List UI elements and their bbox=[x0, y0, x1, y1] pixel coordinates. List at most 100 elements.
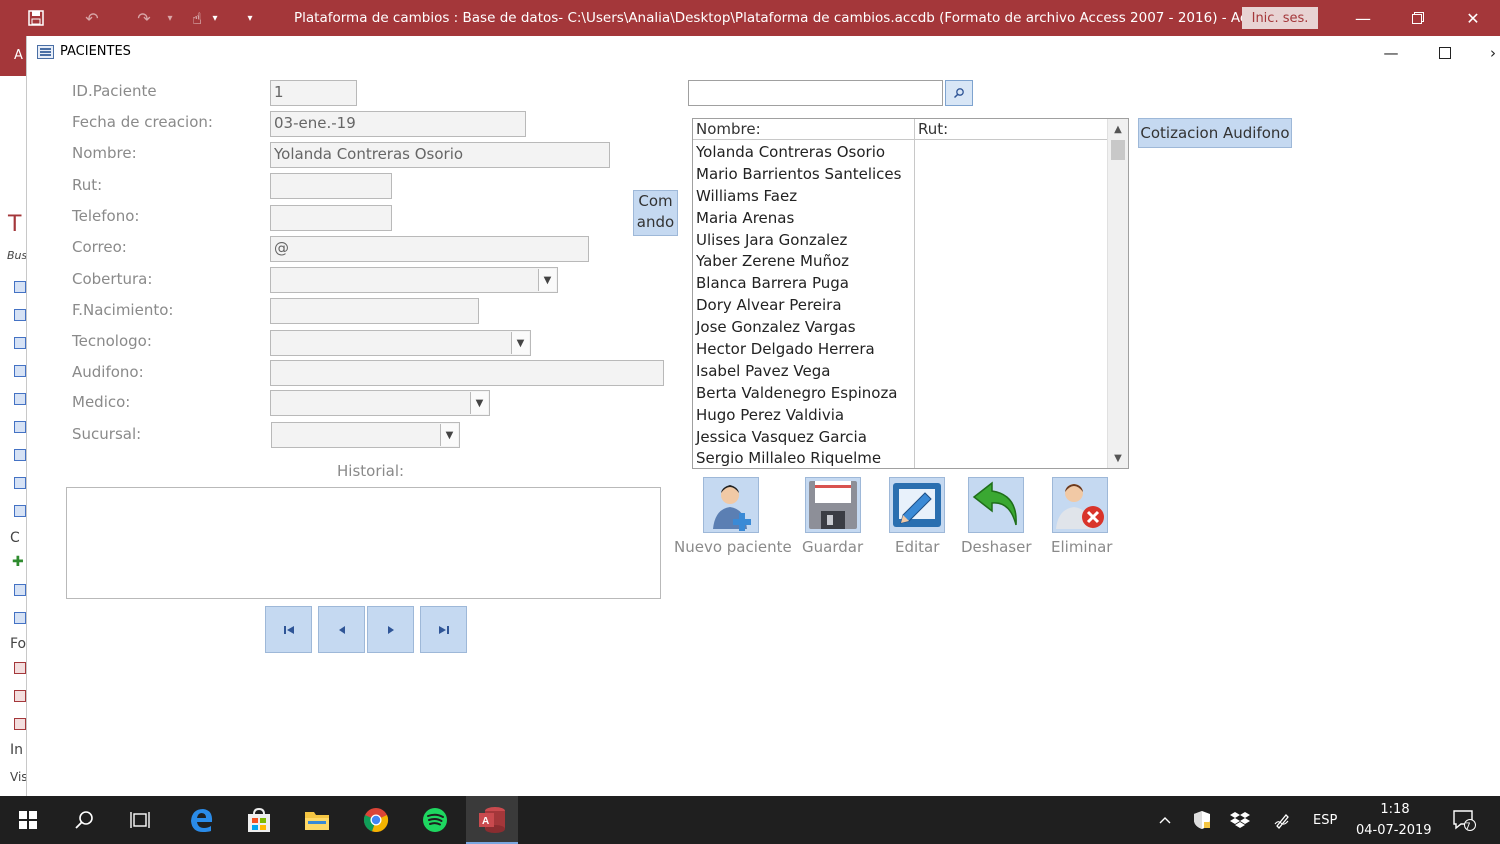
next-record-button[interactable] bbox=[367, 606, 414, 653]
restore-icon[interactable] bbox=[1395, 0, 1441, 36]
telefono-field[interactable] bbox=[270, 205, 392, 231]
search-icon[interactable] bbox=[62, 796, 106, 844]
notification-center-icon[interactable]: 7 bbox=[1444, 796, 1484, 844]
chrome-icon[interactable] bbox=[354, 796, 398, 844]
task-view-icon[interactable] bbox=[118, 796, 162, 844]
customize-toolbar-icon[interactable]: ▾ bbox=[240, 0, 260, 36]
save-icon[interactable] bbox=[22, 0, 50, 36]
form-minimize-icon[interactable]: — bbox=[1376, 40, 1406, 66]
last-record-button[interactable] bbox=[420, 606, 467, 653]
table-icon[interactable] bbox=[14, 365, 26, 377]
chevron-down-icon[interactable]: ▼ bbox=[538, 269, 556, 291]
touch-dropdown-icon[interactable]: ▾ bbox=[208, 0, 222, 36]
audifono-field[interactable] bbox=[270, 360, 664, 386]
list-item[interactable]: Mario Barrientos Santelices bbox=[696, 163, 911, 185]
form-icon[interactable] bbox=[14, 718, 26, 730]
save-button[interactable] bbox=[805, 477, 861, 533]
id-paciente-field[interactable]: 1 bbox=[270, 80, 357, 106]
nav-group-queries[interactable]: C bbox=[10, 530, 20, 546]
new-patient-button[interactable] bbox=[703, 477, 759, 533]
undo-button[interactable] bbox=[968, 477, 1024, 533]
first-record-button[interactable] bbox=[265, 606, 312, 653]
f-nacimiento-field[interactable] bbox=[270, 298, 479, 324]
form-close-icon[interactable]: › bbox=[1485, 40, 1500, 66]
table-icon[interactable] bbox=[14, 449, 26, 461]
access-app-icon[interactable]: A bbox=[466, 796, 518, 844]
defender-shield-icon[interactable] bbox=[1189, 796, 1215, 844]
store-icon[interactable] bbox=[237, 796, 281, 844]
list-item[interactable]: Blanca Barrera Puga bbox=[696, 272, 911, 294]
cotizacion-audifono-button[interactable]: Cotizacion Audifono bbox=[1138, 118, 1292, 148]
form-maximize-icon[interactable] bbox=[1430, 40, 1460, 66]
fecha-creacion-field[interactable]: 03-ene.-19 bbox=[270, 111, 526, 137]
list-item[interactable]: Hector Delgado Herrera bbox=[696, 338, 911, 360]
list-item[interactable]: Jose Gonzalez Vargas bbox=[696, 316, 911, 338]
table-icon[interactable] bbox=[14, 505, 26, 517]
search-input[interactable] bbox=[688, 80, 943, 106]
redo-dropdown-icon[interactable]: ▾ bbox=[160, 0, 180, 36]
table-icon[interactable] bbox=[14, 309, 26, 321]
chevron-down-icon[interactable]: ▼ bbox=[440, 424, 458, 446]
list-item[interactable]: Isabel Pavez Vega bbox=[696, 360, 911, 382]
list-item[interactable]: Berta Valdenegro Espinoza bbox=[696, 382, 911, 404]
pen-ink-icon[interactable] bbox=[1270, 796, 1296, 844]
nombre-field[interactable]: Yolanda Contreras Osorio bbox=[270, 142, 610, 168]
list-item[interactable]: Williams Faez bbox=[696, 185, 911, 207]
list-item[interactable]: Sergio Millaleo Riquelme bbox=[696, 447, 911, 468]
list-item[interactable]: Jessica Vasquez Garcia bbox=[696, 426, 911, 448]
redo-icon[interactable]: ↷ bbox=[130, 0, 158, 36]
table-icon[interactable] bbox=[14, 337, 26, 349]
add-icon[interactable]: ✚ bbox=[12, 554, 24, 570]
scroll-thumb[interactable] bbox=[1111, 140, 1125, 160]
edit-button[interactable] bbox=[889, 477, 945, 533]
medico-combo[interactable]: ▼ bbox=[270, 390, 490, 416]
input-language-indicator[interactable]: ESP bbox=[1313, 813, 1337, 828]
list-item[interactable]: Hugo Perez Valdivia bbox=[696, 404, 911, 426]
search-button[interactable] bbox=[945, 80, 973, 106]
list-item[interactable]: Maria Arenas bbox=[696, 207, 911, 229]
query-icon[interactable] bbox=[14, 612, 26, 624]
form-icon[interactable] bbox=[14, 690, 26, 702]
sucursal-combo[interactable]: ▼ bbox=[271, 422, 460, 448]
list-item[interactable]: Yolanda Contreras Osorio bbox=[696, 141, 911, 163]
list-item[interactable]: Ulises Jara Gonzalez bbox=[696, 229, 911, 251]
table-icon[interactable] bbox=[14, 281, 26, 293]
list-item[interactable]: Dory Alvear Pereira bbox=[696, 294, 911, 316]
table-icon[interactable] bbox=[14, 477, 26, 489]
previous-record-button[interactable] bbox=[318, 606, 365, 653]
clock-time[interactable]: 1:18 bbox=[1370, 802, 1420, 817]
chevron-down-icon[interactable]: ▼ bbox=[470, 392, 488, 414]
rut-field[interactable] bbox=[270, 173, 392, 199]
sign-in-button[interactable]: Inic. ses. bbox=[1242, 7, 1318, 29]
spotify-icon[interactable] bbox=[413, 796, 457, 844]
scroll-down-icon[interactable]: ▼ bbox=[1108, 448, 1128, 468]
historial-textarea[interactable] bbox=[66, 487, 661, 599]
delete-button[interactable] bbox=[1052, 477, 1108, 533]
tecnologo-combo[interactable]: ▼ bbox=[270, 330, 531, 356]
nav-group-reports[interactable]: In bbox=[10, 742, 23, 758]
scroll-up-icon[interactable]: ▲ bbox=[1108, 119, 1128, 139]
chevron-down-icon[interactable]: ▼ bbox=[511, 332, 529, 354]
comando-button[interactable]: Com ando bbox=[633, 190, 678, 236]
minimize-icon[interactable]: — bbox=[1340, 0, 1386, 36]
edge-browser-icon[interactable] bbox=[180, 796, 224, 844]
show-hidden-icons-icon[interactable] bbox=[1152, 796, 1178, 844]
windows-start-icon[interactable] bbox=[6, 796, 50, 844]
pacientes-listbox[interactable]: Nombre: Rut: Yolanda Contreras Osorio Ma… bbox=[692, 118, 1129, 469]
close-icon[interactable]: ✕ bbox=[1450, 0, 1496, 36]
cobertura-combo[interactable]: ▼ bbox=[270, 267, 558, 293]
form-icon[interactable] bbox=[14, 662, 26, 674]
undo-icon[interactable]: ↶ bbox=[78, 0, 106, 36]
dropbox-icon[interactable] bbox=[1227, 796, 1253, 844]
query-icon[interactable] bbox=[14, 584, 26, 596]
file-explorer-icon[interactable] bbox=[295, 796, 339, 844]
table-icon[interactable] bbox=[14, 393, 26, 405]
list-scrollbar[interactable]: ▲ ▼ bbox=[1107, 119, 1128, 468]
table-icon[interactable] bbox=[14, 421, 26, 433]
nav-search-input[interactable]: Bus bbox=[7, 249, 27, 262]
correo-field[interactable]: @ bbox=[270, 236, 589, 262]
list-item[interactable]: Yaber Zerene Muñoz bbox=[696, 250, 911, 272]
clock-date[interactable]: 04-07-2019 bbox=[1356, 823, 1432, 838]
touch-mode-icon[interactable]: ☝ bbox=[186, 0, 208, 36]
nav-group-forms[interactable]: Fo bbox=[10, 636, 26, 652]
